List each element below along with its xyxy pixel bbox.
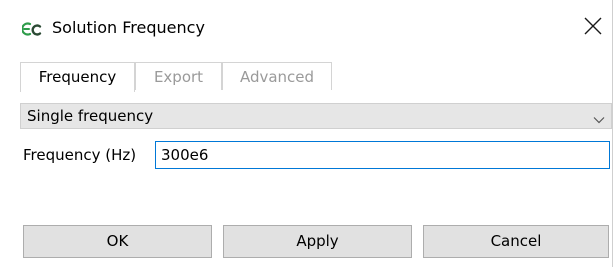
cancel-button[interactable]: Cancel — [423, 225, 609, 258]
tab-bar: Frequency Export Advanced — [20, 62, 612, 92]
title-bar[interactable]: Solution Frequency — [0, 0, 612, 54]
tab-advanced[interactable]: Advanced — [222, 62, 332, 90]
frequency-mode-value: Single frequency — [27, 107, 154, 125]
apply-button[interactable]: Apply — [223, 225, 412, 258]
dialog-title: Solution Frequency — [52, 18, 205, 37]
frequency-input[interactable] — [155, 141, 610, 169]
ok-button[interactable]: OK — [23, 225, 212, 258]
chevron-down-icon — [593, 111, 605, 124]
close-icon[interactable] — [582, 15, 604, 37]
tab-frequency[interactable]: Frequency — [20, 62, 135, 92]
solution-frequency-dialog: Solution Frequency Frequency Export Adva… — [0, 0, 613, 267]
tab-export[interactable]: Export — [135, 62, 222, 90]
app-logo-icon — [21, 21, 42, 37]
frequency-mode-select[interactable]: Single frequency — [20, 103, 612, 129]
frequency-field-label: Frequency (Hz) — [23, 146, 137, 164]
